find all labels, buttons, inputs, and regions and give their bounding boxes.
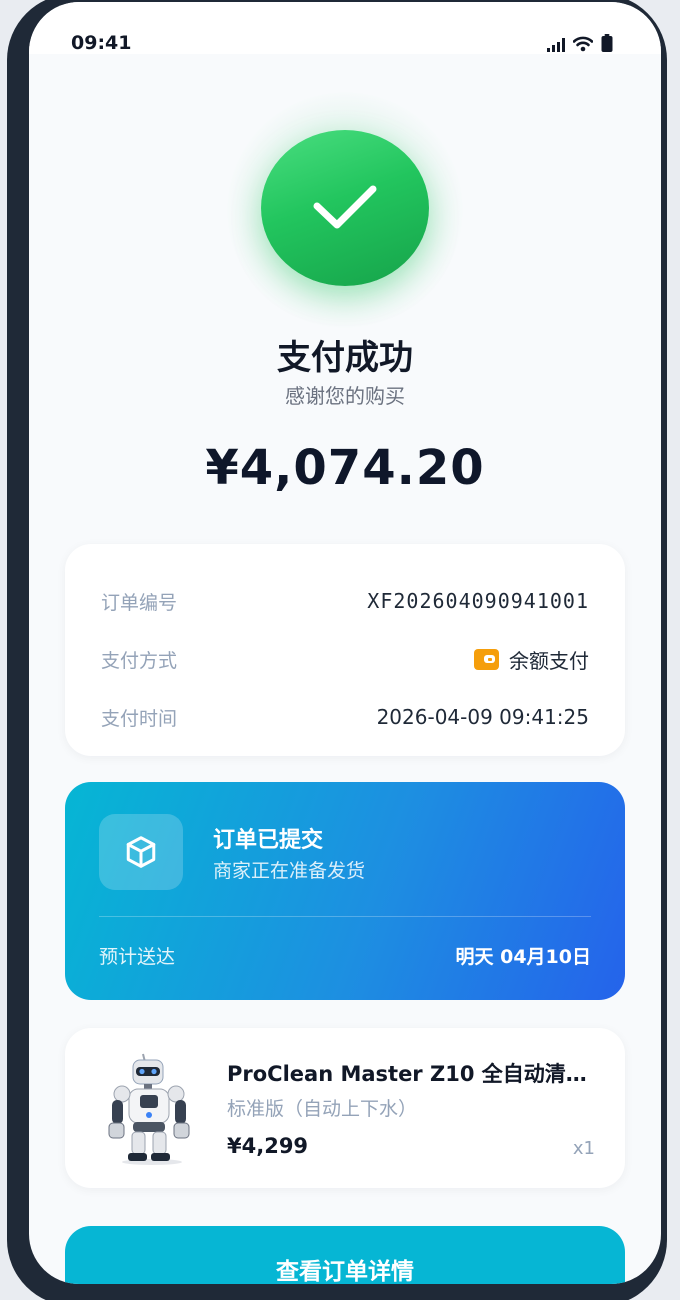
shipping-subtitle: 商家正在准备发货 [213,860,366,882]
payment-method-row: 支付方式 余额支付 [101,644,589,674]
shipping-status-card: 订单已提交 商家正在准备发货 预计送达 明天 04月10日 [65,782,625,1000]
payment-time-value: 2026-04-09 09:41:25 [376,705,589,729]
success-badge [261,130,429,286]
payment-method-value: 余额支付 [474,645,589,674]
eta-value: 明天 04月10日 [455,946,592,968]
battery-icon [601,34,613,52]
status-bar: 09:41 [29,2,661,54]
product-spec: 标准版（自动上下水） [227,1098,418,1120]
shipping-divider [99,916,591,917]
payment-time-label: 支付时间 [101,707,178,730]
payment-time-row: 支付时间 2026-04-09 09:41:25 [101,702,589,732]
order-info-card: 订单编号 XF202604090941001 支付方式 余额支付 支付时间 20… [65,544,625,756]
wallet-icon [474,648,499,670]
product-card[interactable]: ProClean Master Z10 全自动清洁机器人 标准版（自动上下水） … [65,1028,625,1188]
payment-method-label: 支付方式 [101,649,178,672]
product-quantity: x1 [572,1138,595,1159]
check-icon [313,185,377,229]
order-number-row: 订单编号 XF202604090941001 [101,586,589,616]
wifi-icon [573,36,593,52]
status-icons [547,34,613,52]
status-time: 09:41 [71,32,132,54]
screen: 09:41 支付成功 感谢您的购买 ¥4,074.20 订单编号 XF20260… [29,2,661,1284]
payment-amount: ¥4,074.20 [205,440,485,496]
payment-status-title: 支付成功 [277,338,413,378]
device-frame: 09:41 支付成功 感谢您的购买 ¥4,074.20 订单编号 XF20260… [7,0,667,1300]
signal-icon [547,38,565,52]
payment-method-text: 余额支付 [509,648,589,673]
box-icon [99,814,183,890]
order-number-label: 订单编号 [101,591,178,614]
product-price: ¥4,299 [227,1134,309,1158]
robot-product-image [108,1053,190,1165]
eta-label: 预计送达 [99,946,176,968]
order-number-value[interactable]: XF202604090941001 [367,589,589,613]
view-order-details-button[interactable]: 查看订单详情 [65,1226,625,1284]
payment-status-subtitle: 感谢您的购买 [285,384,405,408]
shipping-title: 订单已提交 [213,828,324,853]
product-name: ProClean Master Z10 全自动清洁机器人 [227,1062,603,1086]
